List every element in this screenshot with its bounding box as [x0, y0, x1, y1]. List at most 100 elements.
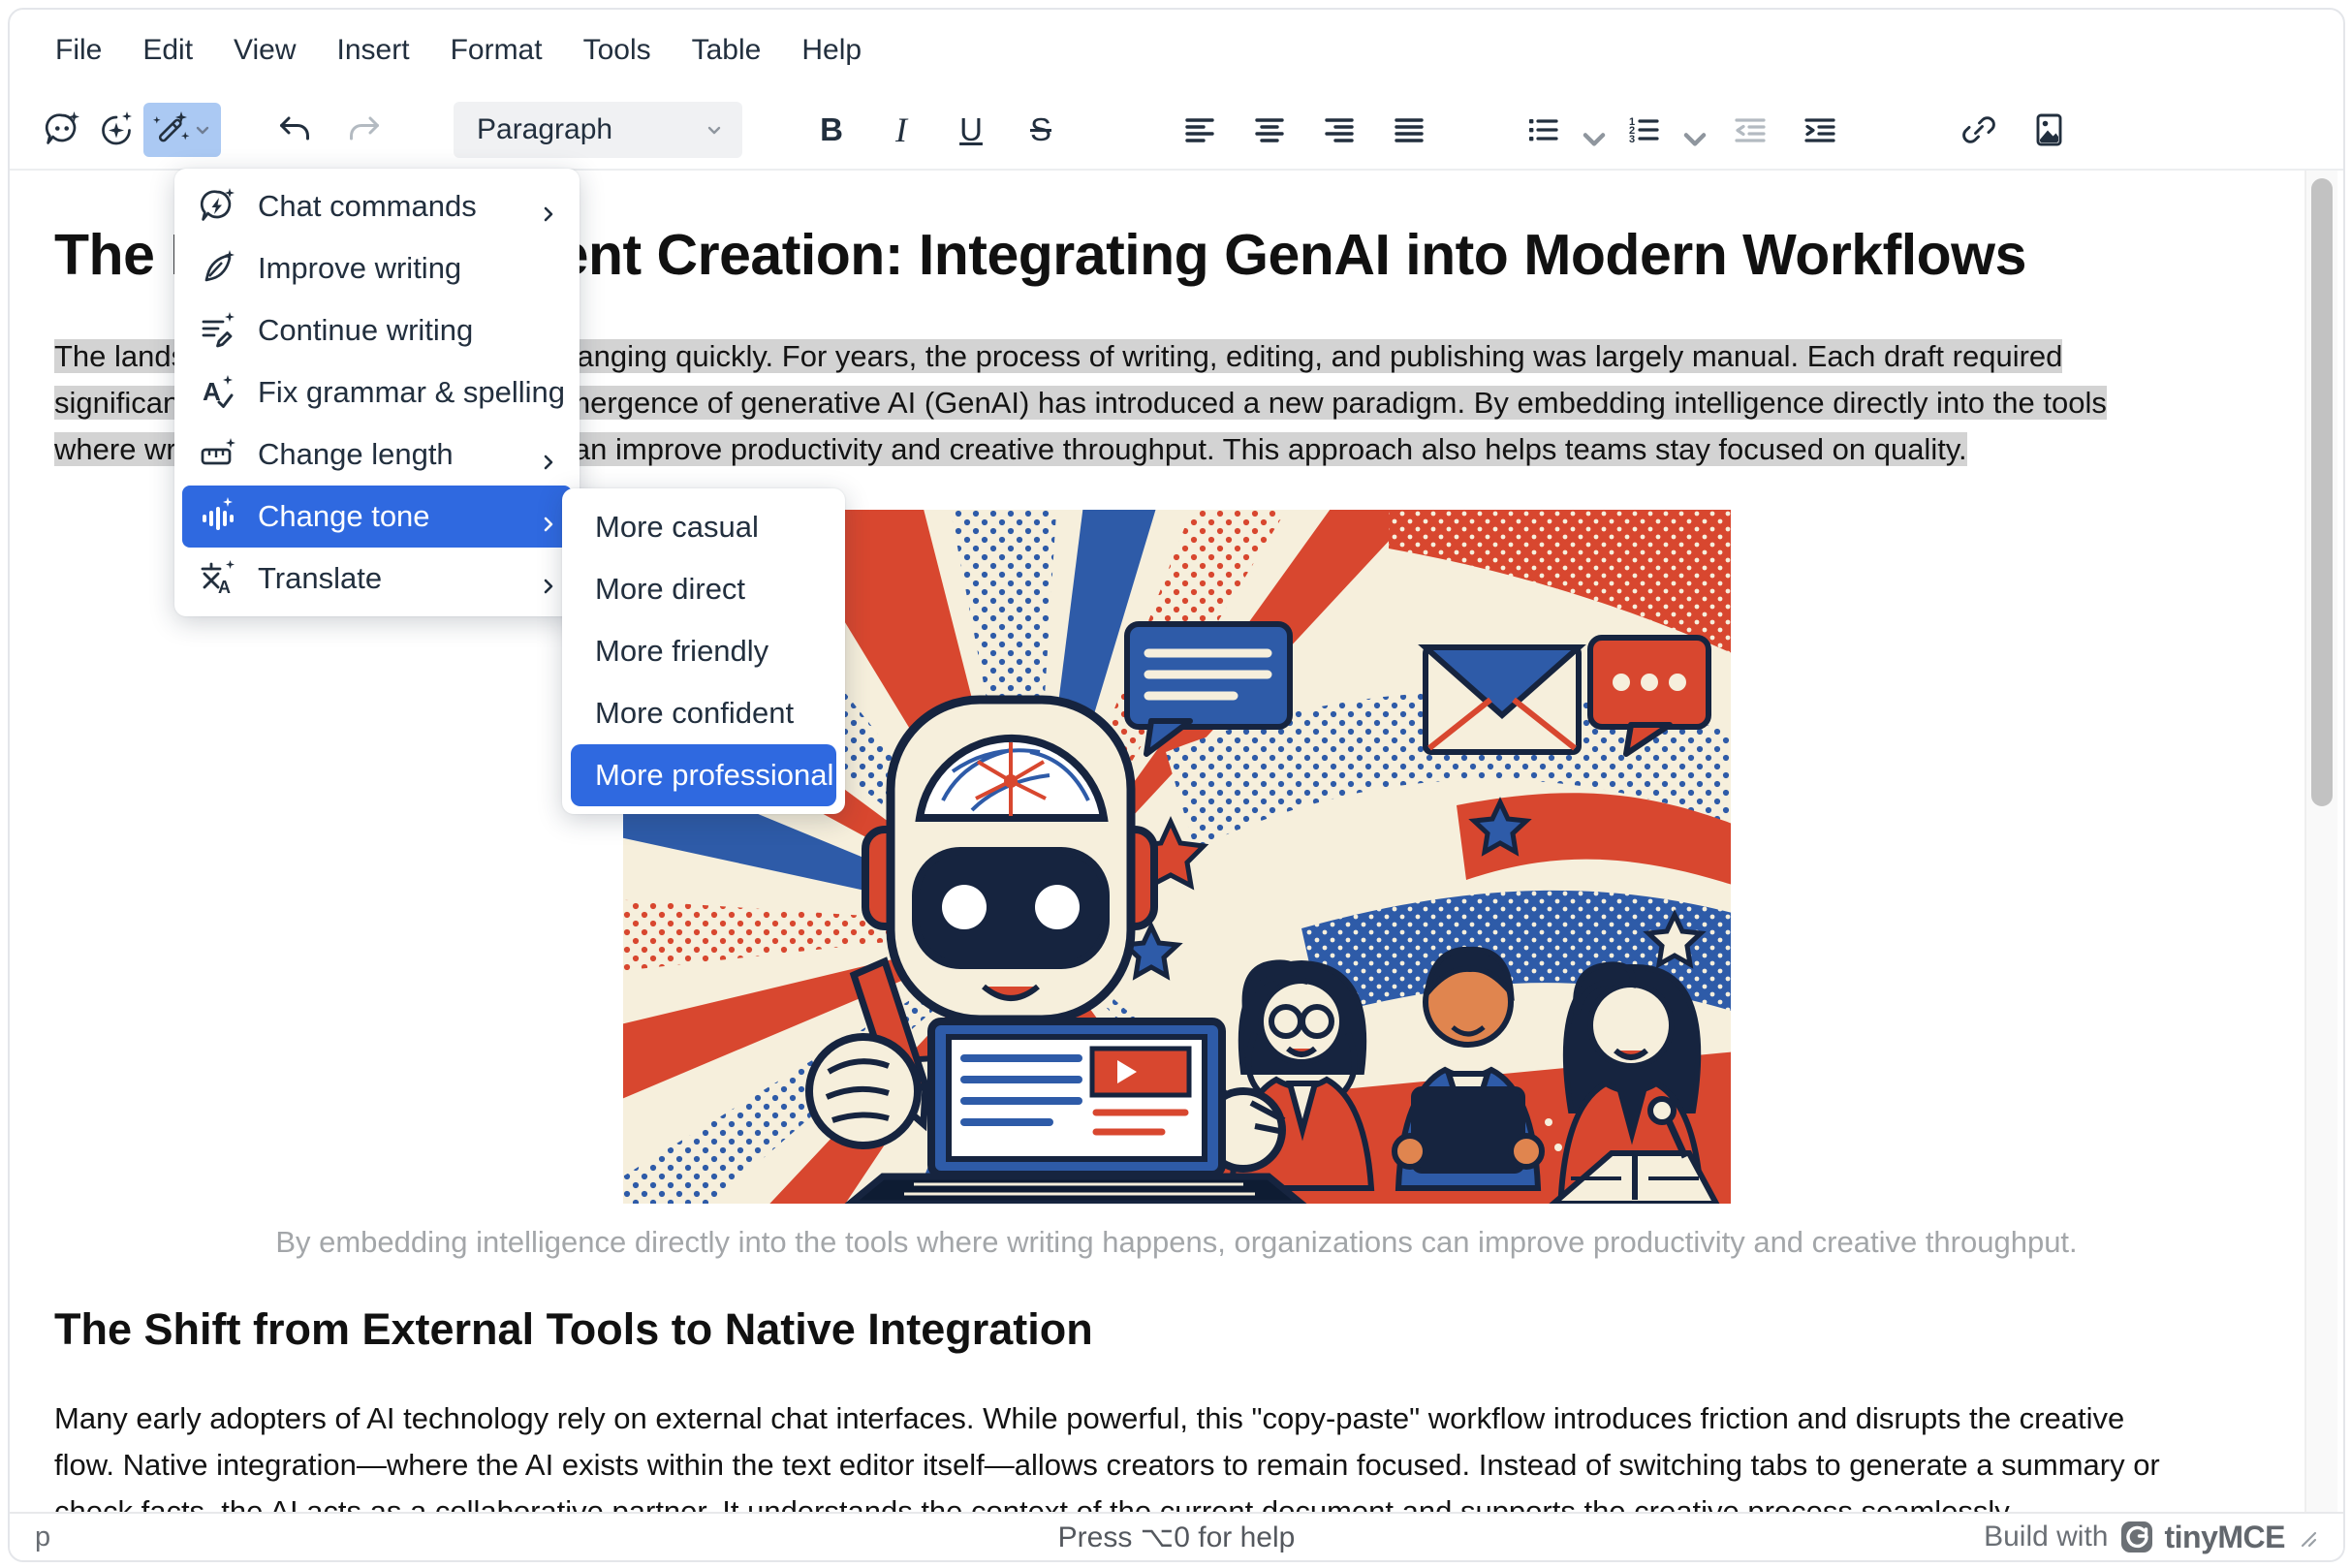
brand-prefix: Build with	[1984, 1521, 2108, 1553]
ai-dropdown-menu: Chat commands Improve writing Continue w…	[174, 169, 580, 616]
align-center-icon	[1250, 110, 1289, 149]
submenu-chevron-icon	[539, 569, 558, 588]
paragraph-line: check facts, the AI acts as a collaborat…	[54, 1489, 2299, 1512]
menu-insert[interactable]: Insert	[317, 24, 430, 77]
menu-file[interactable]: File	[35, 24, 122, 77]
numbered-list-button[interactable]: 123	[1622, 103, 1665, 157]
chevron-down-icon	[192, 119, 213, 141]
menu-view[interactable]: View	[213, 24, 316, 77]
menu-item-label: Translate	[258, 561, 517, 596]
change-tone-submenu: More casual More direct More friendly Mo…	[562, 488, 845, 814]
improve-writing-icon	[198, 249, 236, 288]
chat-commands-icon	[198, 187, 236, 226]
bullet-list-icon	[1523, 110, 1562, 149]
link-button[interactable]	[1952, 103, 2006, 157]
ai-assistant-button[interactable]	[35, 103, 89, 157]
menu-item-improve-writing[interactable]: Improve writing	[182, 237, 572, 299]
outdent-button[interactable]	[1723, 103, 1777, 157]
menu-item-label: Continue writing	[258, 313, 558, 348]
image-caption: By embedding intelligence directly into …	[54, 1225, 2299, 1260]
italic-button[interactable]: I	[874, 103, 928, 157]
submenu-item-label: More professional	[595, 758, 833, 793]
chevron-down-icon	[1676, 119, 1697, 141]
align-left-button[interactable]	[1173, 103, 1227, 157]
redo-icon	[345, 110, 384, 149]
menu-format[interactable]: Format	[430, 24, 563, 77]
italic-label: I	[895, 110, 907, 150]
image-button[interactable]	[2022, 103, 2076, 157]
change-length-icon	[198, 435, 236, 474]
translate-icon: A	[198, 559, 236, 598]
strikethrough-label: S	[1030, 111, 1051, 148]
submenu-item-more-professional[interactable]: More professional	[571, 744, 836, 806]
menu-item-fix-grammar[interactable]: A Fix grammar & spelling	[182, 361, 572, 423]
tinymce-logo-icon	[2120, 1521, 2153, 1553]
indent-button[interactable]	[1793, 103, 1847, 157]
numbered-list-dropdown[interactable]	[1665, 103, 1708, 157]
svg-text:3: 3	[1629, 134, 1635, 145]
numbered-list-icon: 123	[1624, 110, 1663, 149]
bullet-list-dropdown[interactable]	[1564, 103, 1607, 157]
justify-icon	[1390, 110, 1428, 149]
menu-tools[interactable]: Tools	[563, 24, 672, 77]
align-right-button[interactable]	[1312, 103, 1366, 157]
tinymce-editor: File Edit View Insert Format Tools Table…	[8, 8, 2345, 1562]
menu-item-change-tone[interactable]: Change tone	[182, 486, 572, 548]
paragraph-2: Many early adopters of AI technology rel…	[54, 1396, 2299, 1512]
menu-item-label: Chat commands	[258, 189, 517, 224]
ai-wand-icon	[151, 110, 190, 149]
ai-shortcuts-button[interactable]	[89, 103, 143, 157]
submenu-item-label: More direct	[595, 572, 745, 607]
submenu-chevron-icon	[539, 445, 558, 464]
ai-assistant-icon	[43, 110, 81, 149]
menu-item-label: Change tone	[258, 499, 517, 534]
submenu-item-more-friendly[interactable]: More friendly	[571, 620, 836, 682]
underline-button[interactable]: U	[944, 103, 998, 157]
ai-wand-button[interactable]	[143, 103, 221, 157]
bold-label: B	[820, 111, 843, 148]
scrollbar-thumb[interactable]	[2311, 178, 2333, 806]
paragraph-line: flow. Native integration—where the AI ex…	[54, 1442, 2299, 1489]
ai-shortcuts-icon	[97, 110, 136, 149]
section-heading: The Shift from External Tools to Native …	[54, 1304, 2299, 1355]
menu-item-change-length[interactable]: Change length	[182, 423, 572, 486]
fix-grammar-icon: A	[198, 373, 236, 412]
outdent-icon	[1731, 110, 1770, 149]
strikethrough-button[interactable]: S	[1014, 103, 1068, 157]
image-icon	[2029, 110, 2068, 149]
undo-button[interactable]	[267, 103, 322, 157]
redo-button[interactable]	[337, 103, 392, 157]
link-icon	[1959, 110, 1998, 149]
paragraph-line: Many early adopters of AI technology rel…	[54, 1396, 2299, 1442]
menu-item-chat-commands[interactable]: Chat commands	[182, 175, 572, 237]
submenu-chevron-icon	[539, 507, 558, 526]
menu-item-translate[interactable]: A Translate	[182, 548, 572, 610]
menu-item-label: Change length	[258, 437, 517, 472]
menu-help[interactable]: Help	[781, 24, 882, 77]
brand-name: tinyMCE	[2165, 1520, 2286, 1555]
undo-icon	[275, 110, 314, 149]
underline-label: U	[959, 111, 983, 148]
submenu-item-more-confident[interactable]: More confident	[571, 682, 836, 744]
menu-item-label: Fix grammar & spelling	[258, 375, 565, 410]
align-left-icon	[1180, 110, 1219, 149]
change-tone-icon	[198, 497, 236, 536]
block-format-value: Paragraph	[477, 113, 704, 146]
submenu-item-label: More friendly	[595, 634, 768, 669]
menu-table[interactable]: Table	[672, 24, 782, 77]
submenu-item-label: More confident	[595, 696, 794, 731]
bold-button[interactable]: B	[804, 103, 859, 157]
align-center-button[interactable]	[1242, 103, 1297, 157]
menu-edit[interactable]: Edit	[122, 24, 213, 77]
menubar: File Edit View Insert Format Tools Table…	[10, 10, 2343, 91]
block-format-select[interactable]: Paragraph	[454, 102, 742, 158]
submenu-item-more-casual[interactable]: More casual	[571, 496, 836, 558]
justify-button[interactable]	[1382, 103, 1436, 157]
bullet-list-button[interactable]	[1521, 103, 1564, 157]
menu-item-continue-writing[interactable]: Continue writing	[182, 299, 572, 361]
submenu-item-more-direct[interactable]: More direct	[571, 558, 836, 620]
scrollbar[interactable]	[2304, 171, 2337, 1512]
branding[interactable]: Build with tinyMCE	[1984, 1520, 2285, 1555]
submenu-chevron-icon	[539, 197, 558, 216]
svg-text:A: A	[218, 578, 231, 597]
